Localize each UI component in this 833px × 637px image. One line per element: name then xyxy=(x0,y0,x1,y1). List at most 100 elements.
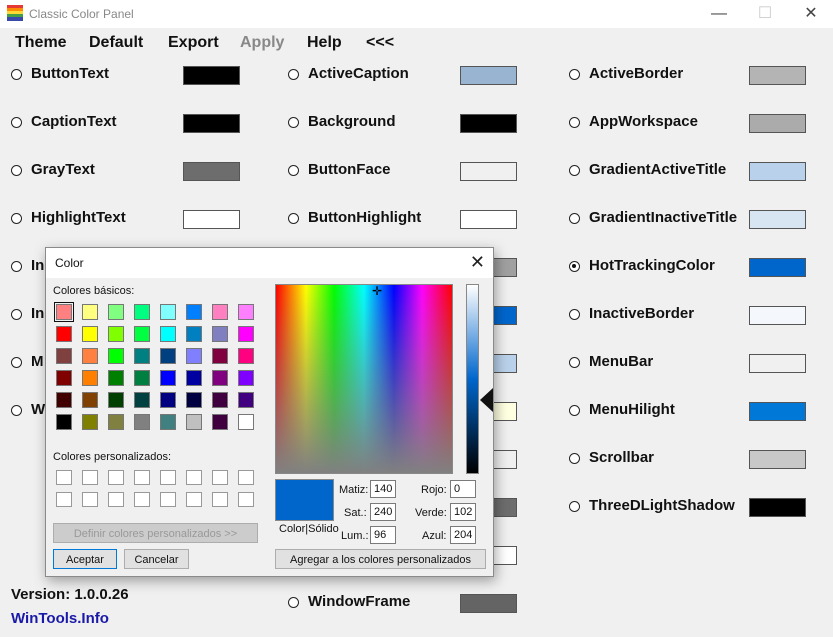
cancel-button[interactable]: Cancelar xyxy=(124,549,189,569)
basic-color-swatch[interactable] xyxy=(82,304,98,320)
basic-color-swatch[interactable] xyxy=(134,304,150,320)
menu-default[interactable]: Default xyxy=(89,34,143,52)
basic-color-swatch[interactable] xyxy=(56,370,72,386)
radio-button[interactable] xyxy=(288,69,299,80)
menu-theme[interactable]: Theme xyxy=(15,34,67,52)
basic-color-swatch[interactable] xyxy=(82,348,98,364)
color-swatch[interactable] xyxy=(183,114,240,133)
custom-color-swatch[interactable] xyxy=(160,470,176,485)
basic-color-swatch[interactable] xyxy=(212,326,228,342)
close-button[interactable]: ✕ xyxy=(788,0,833,28)
color-swatch[interactable] xyxy=(183,66,240,85)
add-custom-colors-button[interactable]: Agregar a los colores personalizados xyxy=(275,549,486,569)
radio-button[interactable] xyxy=(569,453,580,464)
luminosity-arrow-icon[interactable] xyxy=(480,388,493,412)
custom-color-swatch[interactable] xyxy=(56,492,72,507)
basic-color-swatch[interactable] xyxy=(160,370,176,386)
basic-color-swatch[interactable] xyxy=(238,348,254,364)
minimize-button[interactable]: — xyxy=(696,0,742,28)
color-spectrum[interactable] xyxy=(275,284,453,474)
basic-color-swatch[interactable] xyxy=(56,414,72,430)
basic-color-swatch[interactable] xyxy=(186,414,202,430)
basic-color-swatch[interactable] xyxy=(186,326,202,342)
radio-button[interactable] xyxy=(569,69,580,80)
radio-button[interactable] xyxy=(288,597,299,608)
basic-color-swatch[interactable] xyxy=(186,392,202,408)
sat-field[interactable]: 240 xyxy=(370,503,396,521)
color-swatch[interactable] xyxy=(460,210,517,229)
basic-color-swatch[interactable] xyxy=(54,302,74,322)
radio-button[interactable] xyxy=(11,165,22,176)
radio-button[interactable] xyxy=(569,165,580,176)
radio-button[interactable] xyxy=(288,117,299,128)
basic-color-swatch[interactable] xyxy=(108,392,124,408)
basic-color-swatch[interactable] xyxy=(238,370,254,386)
basic-color-swatch[interactable] xyxy=(56,392,72,408)
color-swatch[interactable] xyxy=(749,306,806,325)
color-swatch[interactable] xyxy=(749,66,806,85)
radio-button[interactable] xyxy=(569,213,580,224)
radio-button[interactable] xyxy=(569,309,580,320)
custom-color-swatch[interactable] xyxy=(108,492,124,507)
custom-color-swatch[interactable] xyxy=(160,492,176,507)
menu-export[interactable]: Export xyxy=(168,34,219,52)
website-link[interactable]: WinTools.Info xyxy=(11,610,109,627)
basic-color-swatch[interactable] xyxy=(108,326,124,342)
color-swatch[interactable] xyxy=(749,498,806,517)
custom-color-swatch[interactable] xyxy=(212,492,228,507)
basic-color-swatch[interactable] xyxy=(108,304,124,320)
color-swatch[interactable] xyxy=(749,114,806,133)
menu-collapse[interactable]: <<< xyxy=(366,34,394,52)
custom-color-swatch[interactable] xyxy=(212,470,228,485)
color-swatch[interactable] xyxy=(749,450,806,469)
ok-button[interactable]: Aceptar xyxy=(53,549,117,569)
basic-color-swatch[interactable] xyxy=(238,304,254,320)
basic-color-swatch[interactable] xyxy=(212,370,228,386)
basic-color-swatch[interactable] xyxy=(108,370,124,386)
color-swatch[interactable] xyxy=(460,66,517,85)
color-swatch[interactable] xyxy=(749,402,806,421)
radio-button[interactable] xyxy=(11,213,22,224)
basic-color-swatch[interactable] xyxy=(134,370,150,386)
maximize-button[interactable]: ☐ xyxy=(742,0,788,28)
basic-color-swatch[interactable] xyxy=(108,348,124,364)
basic-color-swatch[interactable] xyxy=(212,304,228,320)
radio-button[interactable] xyxy=(569,357,580,368)
basic-color-swatch[interactable] xyxy=(212,348,228,364)
radio-button[interactable] xyxy=(11,405,22,416)
radio-button[interactable] xyxy=(11,309,22,320)
basic-color-swatch[interactable] xyxy=(134,326,150,342)
color-swatch[interactable] xyxy=(183,162,240,181)
custom-color-swatch[interactable] xyxy=(134,492,150,507)
custom-color-swatch[interactable] xyxy=(56,470,72,485)
color-swatch[interactable] xyxy=(749,162,806,181)
radio-button[interactable] xyxy=(11,261,22,272)
custom-color-swatch[interactable] xyxy=(108,470,124,485)
menu-help[interactable]: Help xyxy=(307,34,342,52)
radio-button[interactable] xyxy=(569,117,580,128)
radio-button[interactable] xyxy=(11,69,22,80)
basic-color-swatch[interactable] xyxy=(134,348,150,364)
menu-apply[interactable]: Apply xyxy=(240,34,284,52)
custom-color-swatch[interactable] xyxy=(186,470,202,485)
basic-color-swatch[interactable] xyxy=(56,348,72,364)
basic-color-swatch[interactable] xyxy=(160,326,176,342)
basic-color-swatch[interactable] xyxy=(160,304,176,320)
dialog-close-icon[interactable]: ✕ xyxy=(470,252,485,273)
basic-color-swatch[interactable] xyxy=(238,414,254,430)
basic-color-swatch[interactable] xyxy=(186,304,202,320)
red-field[interactable]: 0 xyxy=(450,480,476,498)
radio-button[interactable] xyxy=(11,357,22,368)
custom-color-swatch[interactable] xyxy=(82,470,98,485)
custom-color-swatch[interactable] xyxy=(186,492,202,507)
basic-color-swatch[interactable] xyxy=(56,326,72,342)
basic-color-swatch[interactable] xyxy=(108,414,124,430)
basic-color-swatch[interactable] xyxy=(238,326,254,342)
basic-color-swatch[interactable] xyxy=(238,392,254,408)
radio-button[interactable] xyxy=(569,501,580,512)
basic-color-swatch[interactable] xyxy=(82,392,98,408)
basic-color-swatch[interactable] xyxy=(186,348,202,364)
radio-button[interactable] xyxy=(569,405,580,416)
color-swatch[interactable] xyxy=(460,594,517,613)
color-swatch[interactable] xyxy=(460,162,517,181)
